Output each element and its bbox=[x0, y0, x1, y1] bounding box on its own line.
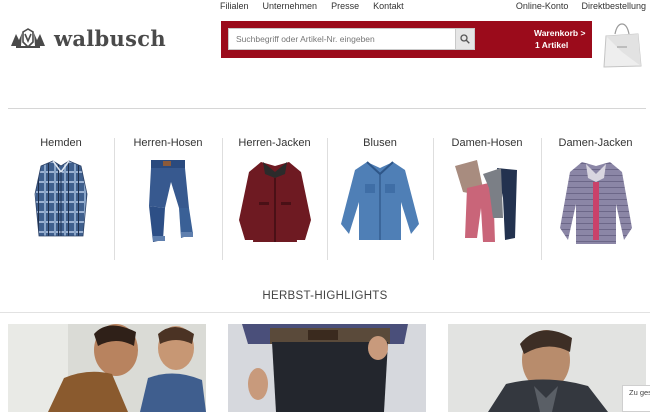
category-herren-jacken[interactable]: Herren-Jacken bbox=[222, 137, 327, 259]
consent-text: Zu gese bbox=[629, 388, 650, 397]
category-damen-hosen[interactable]: Damen-Hosen bbox=[433, 137, 541, 259]
cart-link[interactable]: Warenkorb > 1 Artikel bbox=[534, 27, 585, 51]
cart-title: Warenkorb > bbox=[534, 28, 586, 38]
shopping-bag-icon[interactable] bbox=[600, 22, 644, 68]
denim-blouse-icon bbox=[341, 161, 419, 240]
highlight-photo-2[interactable] bbox=[228, 324, 426, 412]
man-jacket-photo-icon bbox=[448, 324, 646, 412]
nav-filialen[interactable]: Filialen bbox=[220, 1, 249, 11]
header-divider bbox=[8, 108, 646, 109]
quilted-jacket-icon bbox=[559, 162, 632, 244]
section-divider bbox=[0, 312, 650, 313]
category-herren-hosen[interactable]: Herren-Hosen bbox=[114, 137, 222, 259]
account-links: Online-Konto Direktbestellung bbox=[516, 1, 646, 11]
highlight-photo-3[interactable] bbox=[448, 324, 646, 412]
category-blusen[interactable]: Blusen bbox=[327, 137, 433, 259]
category-label: Damen-Jacken bbox=[558, 137, 633, 149]
couple-photo-icon bbox=[8, 324, 206, 412]
burgundy-jacket-icon bbox=[238, 162, 311, 242]
search-bar: Warenkorb > 1 Artikel bbox=[221, 21, 592, 58]
women-trousers-icon bbox=[455, 160, 517, 242]
top-nav: Filialen Unternehmen Presse Kontakt bbox=[220, 1, 404, 11]
denim-jeans-icon bbox=[149, 160, 193, 242]
nav-kontakt[interactable]: Kontakt bbox=[373, 1, 404, 11]
category-hemden[interactable]: Hemden bbox=[8, 137, 114, 259]
nav-unternehmen[interactable]: Unternehmen bbox=[263, 1, 318, 11]
category-label: Hemden bbox=[40, 137, 82, 149]
section-title: HERBST-HIGHLIGHTS bbox=[262, 290, 388, 302]
search-icon bbox=[460, 34, 470, 44]
consent-banner[interactable]: Zu gese bbox=[622, 385, 650, 412]
highlight-photo-1[interactable] bbox=[8, 324, 206, 412]
category-label: Blusen bbox=[363, 137, 397, 149]
category-label: Herren-Jacken bbox=[238, 137, 311, 149]
plaid-shirt-icon bbox=[34, 160, 88, 237]
category-label: Damen-Hosen bbox=[451, 137, 523, 149]
brand-logo[interactable]: walbusch bbox=[8, 26, 166, 51]
search-button[interactable] bbox=[455, 29, 474, 49]
search-box bbox=[228, 28, 475, 50]
category-damen-jacken[interactable]: Damen-Jacken bbox=[541, 137, 650, 259]
brand-wordmark: walbusch bbox=[54, 26, 166, 51]
category-label: Herren-Hosen bbox=[133, 137, 203, 149]
crest-icon bbox=[11, 27, 45, 48]
search-input[interactable] bbox=[229, 29, 457, 49]
cart-count: 1 Artikel bbox=[535, 40, 569, 50]
online-konto-link[interactable]: Online-Konto bbox=[516, 1, 569, 11]
nav-presse[interactable]: Presse bbox=[331, 1, 359, 11]
trousers-photo-icon bbox=[228, 324, 426, 412]
direktbestellung-link[interactable]: Direktbestellung bbox=[581, 1, 646, 11]
